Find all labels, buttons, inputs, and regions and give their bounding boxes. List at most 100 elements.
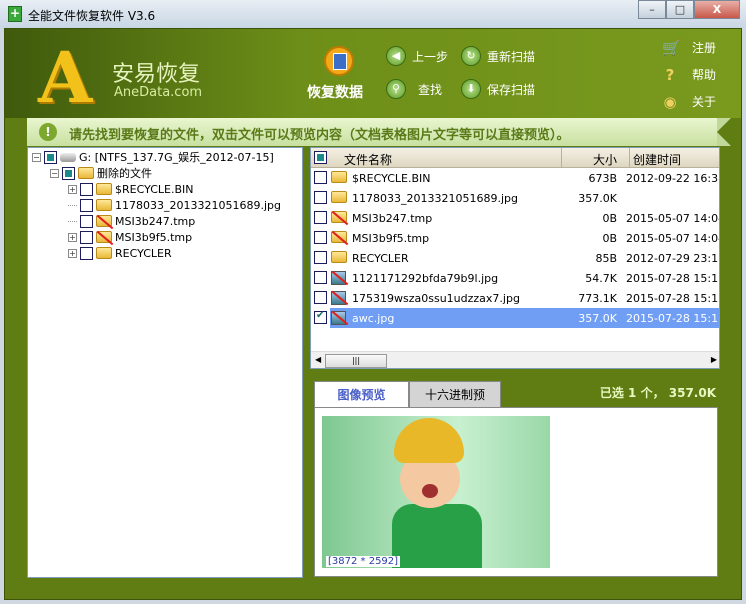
file-row[interactable]: 1121171292bfda79b9l.jpg 54.7K 2015-07-28 1… xyxy=(311,268,719,288)
file-row[interactable]: 175319wsza0ssu1udzzax7.jpg 773.1K 2015-07-… xyxy=(311,288,720,308)
file-date: 2015-05-07 14:04 xyxy=(626,212,720,225)
scroll-right-icon[interactable]: ▶ xyxy=(711,355,717,364)
checkbox[interactable] xyxy=(44,150,57,164)
back-button[interactable]: ◀ 上一步 xyxy=(386,46,448,66)
find-label: 查找 xyxy=(418,82,443,97)
arrow-left-icon: ◀ xyxy=(386,46,406,66)
tree-item[interactable]: + $RECYCLE.BIN xyxy=(68,181,193,197)
tree-item[interactable]: 1178033_2013321051689.jpg xyxy=(68,197,281,213)
row-checkbox[interactable] xyxy=(314,271,327,284)
tree-line xyxy=(68,204,77,206)
column-name[interactable]: 文件名称 xyxy=(344,151,392,168)
checkbox[interactable] xyxy=(80,198,93,212)
folder-icon xyxy=(331,191,347,203)
row-checkbox[interactable] xyxy=(314,191,327,204)
file-name: MSI3b9f5.tmp xyxy=(352,232,430,245)
expand-icon[interactable]: + xyxy=(68,232,77,242)
deleted-image-icon xyxy=(331,291,346,305)
checkbox[interactable] xyxy=(80,230,93,244)
tree-item[interactable]: + MSI3b9f5.tmp xyxy=(68,229,192,245)
row-checkbox[interactable] xyxy=(314,291,327,304)
deleted-folder-icon xyxy=(331,211,347,223)
file-row[interactable]: MSI3b247.tmp 0B 2015-05-07 14:04 xyxy=(311,208,720,228)
minimize-button[interactable]: – xyxy=(638,0,666,19)
about-label: 关于 xyxy=(692,95,717,109)
select-all-checkbox[interactable] xyxy=(314,151,327,164)
floppy-disk-icon[interactable] xyxy=(324,46,354,76)
tree-item[interactable]: + RECYCLER xyxy=(68,245,172,261)
register-button[interactable]: 🛒 注册 xyxy=(662,39,716,56)
file-date: 2012-07-29 23:15 xyxy=(626,252,720,265)
row-checkbox[interactable] xyxy=(314,211,327,224)
save-scan-label: 保存扫描 xyxy=(487,82,536,97)
deleted-image-icon xyxy=(331,271,346,285)
expand-icon[interactable]: + xyxy=(68,248,77,258)
collapse-icon[interactable]: − xyxy=(32,152,41,162)
title-bar: + 全能文件恢复软件 V3.6 – □ X xyxy=(0,0,746,28)
maximize-button[interactable]: □ xyxy=(666,0,694,19)
file-row[interactable]: 1178033_2013321051689.jpg 357.0K xyxy=(311,188,719,208)
file-size: 0B xyxy=(602,212,617,225)
checkbox[interactable] xyxy=(80,246,93,260)
back-label: 上一步 xyxy=(412,49,449,64)
preview-image xyxy=(322,416,550,568)
tree-drive[interactable]: − G: [NTFS_137.7G_娱乐_2012-07-15] xyxy=(32,149,274,165)
file-name: 1178033_2013321051689.jpg xyxy=(352,192,518,205)
deleted-label: 删除的文件 xyxy=(97,167,152,180)
register-label: 注册 xyxy=(692,41,717,55)
tree-deleted-files[interactable]: − 删除的文件 xyxy=(50,165,152,181)
file-row[interactable]: awc.jpg 357.0K 2015-07-28 15:13 xyxy=(311,308,719,328)
tab-image-preview[interactable]: 图像预览 xyxy=(314,381,409,408)
folder-icon xyxy=(331,171,347,183)
help-button[interactable]: ? 帮助 xyxy=(662,66,716,83)
collapse-icon[interactable]: − xyxy=(50,168,59,178)
file-list[interactable]: 文件名称 大小 创建时间 $RECYCLE.BIN 673B 2012-09-22 … xyxy=(310,147,720,369)
close-button[interactable]: X xyxy=(694,0,740,19)
hint-banner: ! 请先找到要恢复的文件，双击文件可以预览内容（文档表格图片文字等可以直接预览）… xyxy=(27,118,731,146)
about-button[interactable]: ◉ 关于 xyxy=(662,93,716,110)
tree-item-label: 1178033_2013321051689.jpg xyxy=(115,198,281,212)
search-icon: ⚲ xyxy=(386,79,406,99)
tab-hex-preview[interactable]: 十六进制预览 xyxy=(409,381,501,429)
horizontal-scrollbar[interactable]: ◀ ||| ▶ xyxy=(311,351,719,368)
file-name: awc.jpg xyxy=(352,312,395,325)
column-size[interactable]: 大小 xyxy=(593,151,617,168)
checkbox[interactable] xyxy=(62,166,75,180)
selection-info: 已选 1 个， 357.0K xyxy=(599,386,716,400)
row-checkbox[interactable] xyxy=(314,310,327,324)
question-icon: ? xyxy=(665,65,675,84)
file-row[interactable]: $RECYCLE.BIN 673B 2012-09-22 16:38 xyxy=(311,168,720,188)
save-scan-button[interactable]: ⬇ 保存扫描 xyxy=(461,79,535,99)
recover-data-button[interactable]: 恢复数据 xyxy=(307,82,363,102)
tree-item[interactable]: MSI3b247.tmp xyxy=(68,213,195,229)
file-size: 773.1K xyxy=(578,292,617,305)
scroll-thumb[interactable]: ||| xyxy=(325,354,387,368)
tree-line xyxy=(68,220,77,222)
hint-text: 请先找到要恢复的文件，双击文件可以预览内容（文档表格图片文字等可以直接预览）。 xyxy=(69,128,570,143)
find-button[interactable]: ⚲ 查找 xyxy=(386,79,442,99)
tree-item-label: MSI3b9f5.tmp xyxy=(115,230,193,244)
file-date: 2012-09-22 16:38 xyxy=(626,172,720,185)
folder-icon xyxy=(96,247,112,259)
folder-tree[interactable]: − G: [NTFS_137.7G_娱乐_2012-07-15] − 删除的文件 +… xyxy=(27,147,303,578)
checkbox[interactable] xyxy=(80,214,93,228)
file-row[interactable]: RECYCLER 85B 2012-07-29 23:15 xyxy=(311,248,720,268)
file-date: 2015-07-28 15:12 xyxy=(626,292,720,305)
file-size: 357.0K xyxy=(578,312,617,325)
cart-icon: 🛒 xyxy=(662,38,681,57)
file-row[interactable]: MSI3b9f5.tmp 0B 2015-05-07 14:04 xyxy=(311,228,719,248)
drive-label: G: [NTFS_137.7G_娱乐_2012-07-15] xyxy=(79,151,274,164)
file-size: 357.0K xyxy=(578,192,617,205)
scroll-left-icon[interactable]: ◀ xyxy=(315,355,321,364)
checkbox[interactable] xyxy=(80,182,93,196)
file-name: MSI3b247.tmp xyxy=(352,212,433,225)
rescan-button[interactable]: ↻ 重新扫描 xyxy=(461,46,535,66)
column-date[interactable]: 创建时间 xyxy=(633,151,681,168)
row-checkbox[interactable] xyxy=(314,171,327,184)
image-dimensions: [3872 * 2592] xyxy=(326,556,401,567)
row-checkbox[interactable] xyxy=(314,231,327,244)
file-size: 0B xyxy=(602,232,617,245)
row-checkbox[interactable] xyxy=(314,251,327,264)
expand-icon[interactable]: + xyxy=(68,184,77,194)
logo-text: 安易恢复 xyxy=(112,62,201,87)
